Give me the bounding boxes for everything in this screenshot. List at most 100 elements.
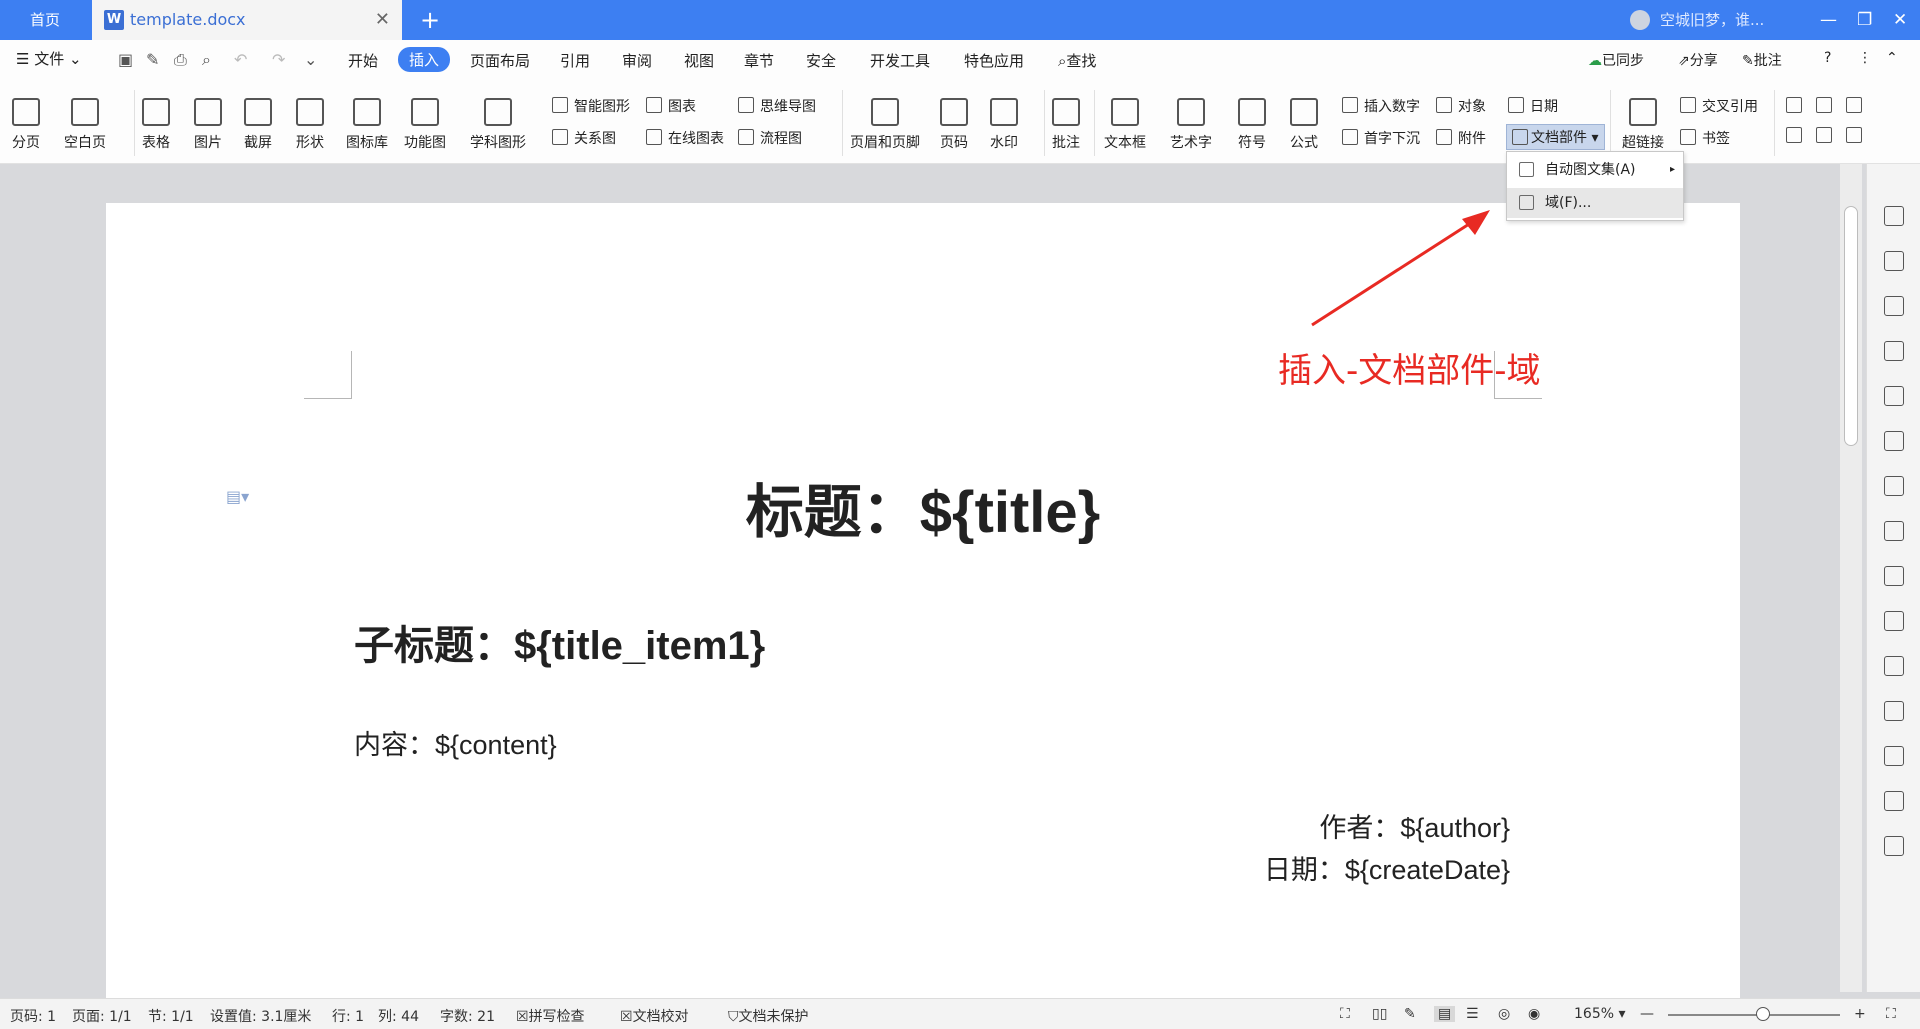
textbox-button[interactable]: 文本框 (1104, 98, 1146, 152)
formula-button[interactable]: 公式 (1290, 98, 1318, 152)
status-pages[interactable]: 页面: 1/1 (72, 1006, 132, 1026)
tab-chapter[interactable]: 章节 (744, 50, 774, 71)
blank-page-button[interactable]: 空白页 (64, 98, 106, 152)
tab-review[interactable]: 审阅 (622, 50, 652, 71)
outline-view-icon[interactable]: ☰ (1466, 1006, 1479, 1022)
translate-icon[interactable] (1884, 611, 1904, 631)
flowchart-button[interactable]: 流程图 (738, 128, 802, 148)
archive-icon[interactable] (1884, 656, 1904, 676)
new-tab-button[interactable]: + (420, 0, 440, 40)
relation-chart-button[interactable]: 关系图 (552, 128, 616, 148)
print-preview-icon[interactable]: ⌕ (202, 50, 211, 70)
comment-button[interactable]: ✎批注 (1742, 50, 1782, 70)
tab-special[interactable]: 特色应用 (964, 50, 1024, 71)
hyperlink-button[interactable]: 超链接 (1622, 98, 1664, 152)
tab-home[interactable]: 首页 (0, 0, 90, 40)
date-button[interactable]: 日期 (1508, 96, 1558, 116)
more-icon[interactable]: ⋮ (1858, 50, 1872, 66)
status-page[interactable]: 页码: 1 (10, 1006, 56, 1026)
screenshot-button[interactable]: 截屏 (244, 98, 272, 152)
vertical-scrollbar[interactable] (1840, 164, 1862, 992)
tab-developer[interactable]: 开发工具 (870, 50, 930, 71)
collapse-ribbon-icon[interactable]: ⌃ (1886, 50, 1898, 66)
proofread-button[interactable]: ☒文档校对 (620, 1006, 689, 1026)
zoom-level[interactable]: 165% ▾ (1574, 1006, 1626, 1022)
cross-reference-button[interactable]: 交叉引用 (1680, 96, 1758, 116)
table-button[interactable]: 表格 (142, 98, 170, 152)
format-painter-icon[interactable]: ✎ (146, 50, 159, 69)
table-panel-icon[interactable] (1884, 341, 1904, 361)
export-icon[interactable] (1884, 566, 1904, 586)
insert-comment-button[interactable]: 批注 (1052, 98, 1080, 152)
shapes-icon[interactable] (1884, 296, 1904, 316)
tab-insert[interactable]: 插入 (398, 47, 451, 72)
save-icon[interactable]: ▣ (118, 50, 133, 69)
web-view-icon[interactable]: ◎ (1498, 1006, 1510, 1022)
picture-panel-icon[interactable] (1884, 701, 1904, 721)
chart-panel-icon[interactable] (1884, 431, 1904, 451)
attachment-button[interactable]: 附件 (1436, 128, 1486, 148)
more-quick-icon[interactable]: ⌄ (304, 50, 317, 69)
page-number-button[interactable]: 页码 (940, 98, 968, 152)
fit-page-icon[interactable]: ⛶ (1886, 1006, 1896, 1022)
help-icon[interactable]: ? (1824, 50, 1831, 66)
icon-library-button[interactable]: 图标库 (346, 98, 388, 152)
bookmark-button[interactable]: 书签 (1680, 128, 1730, 148)
sync-button[interactable]: ☁已同步 (1588, 50, 1644, 70)
insert-number-button[interactable]: 插入数字 (1342, 96, 1420, 116)
page-view-icon[interactable]: ▤ (1434, 1006, 1456, 1022)
apps-icon[interactable] (1884, 386, 1904, 406)
tab-start[interactable]: 开始 (348, 50, 378, 71)
watermark-button[interactable]: 水印 (990, 98, 1018, 152)
tab-security[interactable]: 安全 (806, 50, 836, 71)
edit-icon[interactable] (1884, 206, 1904, 226)
scrollbar-thumb[interactable] (1844, 206, 1858, 446)
mindmap-button[interactable]: 思维导图 (738, 96, 816, 116)
drop-cap-button[interactable]: 首字下沉 (1342, 128, 1420, 148)
user-account[interactable]: 空城旧梦，谁... (1630, 0, 1764, 40)
smart-art-button[interactable]: 智能图形 (552, 96, 630, 116)
image-gallery-icon[interactable] (1884, 521, 1904, 541)
print-icon[interactable]: ⎙ (174, 50, 187, 70)
fullscreen-icon[interactable]: ⛶ (1340, 1006, 1350, 1022)
header-footer-button[interactable]: 页眉和页脚 (850, 98, 920, 152)
status-words[interactable]: 字数: 21 (440, 1006, 495, 1026)
tab-references[interactable]: 引用 (560, 50, 590, 71)
redo-icon[interactable]: ↷ (272, 50, 285, 69)
help-panel-icon[interactable] (1884, 836, 1904, 856)
minimize-icon[interactable]: — (1820, 0, 1837, 40)
zoom-slider-handle[interactable] (1756, 1007, 1770, 1021)
history-icon[interactable] (1884, 791, 1904, 811)
picture-button[interactable]: 图片 (194, 98, 222, 152)
close-window-icon[interactable]: ✕ (1893, 0, 1907, 40)
restore-icon[interactable]: ❐ (1857, 0, 1872, 40)
online-chart-button[interactable]: 在线图表 (646, 128, 724, 148)
status-setting[interactable]: 设置值: 3.1厘米 (210, 1006, 311, 1026)
subject-shape-button[interactable]: 学科图形 (470, 98, 526, 152)
select-cursor-icon[interactable] (1884, 251, 1904, 271)
protection-button[interactable]: ⛉文档未保护 (728, 1006, 809, 1026)
close-tab-icon[interactable]: ✕ (375, 0, 390, 40)
shield-icon[interactable] (1884, 746, 1904, 766)
settings-sliders-icon[interactable] (1884, 476, 1904, 496)
share-button[interactable]: ⇗分享 (1678, 50, 1718, 70)
object-button[interactable]: 对象 (1436, 96, 1486, 116)
autotext-menu-item[interactable]: 自动图文集(A) ▸ (1507, 155, 1683, 185)
zoom-slider[interactable] (1668, 1014, 1840, 1016)
status-row[interactable]: 行: 1 (332, 1006, 364, 1026)
tab-document[interactable]: W template.docx ✕ (92, 0, 402, 40)
status-col[interactable]: 列: 44 (378, 1006, 419, 1026)
status-section[interactable]: 节: 1/1 (148, 1006, 194, 1026)
function-chart-button[interactable]: 功能图 (404, 98, 446, 152)
shape-button[interactable]: 形状 (296, 98, 324, 152)
search-button[interactable]: ⌕查找 (1058, 50, 1096, 71)
file-menu[interactable]: ☰ 文件 ⌄ (16, 48, 82, 69)
tab-view[interactable]: 视图 (684, 50, 714, 71)
document-parts-button[interactable]: 文档部件 ▾ (1506, 124, 1606, 150)
spell-check-button[interactable]: ☒拼写检查 (516, 1006, 585, 1026)
field-menu-item[interactable]: 域(F)... (1507, 188, 1683, 218)
write-mode-icon[interactable]: ✎ (1404, 1006, 1416, 1022)
tab-page-layout[interactable]: 页面布局 (470, 50, 530, 71)
chart-button[interactable]: 图表 (646, 96, 696, 116)
symbol-button[interactable]: 符号 (1238, 98, 1266, 152)
